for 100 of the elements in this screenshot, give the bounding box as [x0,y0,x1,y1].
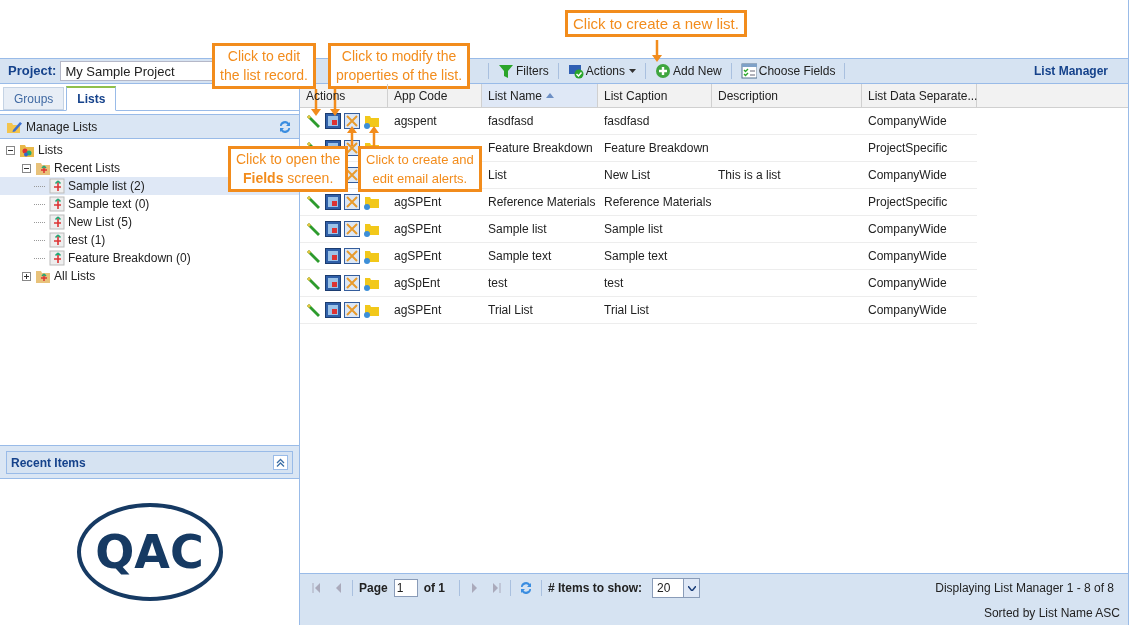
table-cell-text: test [488,275,508,292]
callout-tooltip: Click to modify the properties of the list. [328,43,471,89]
tree-item[interactable]: Sample text (0) [0,195,299,213]
table-cell-text: Sample text [604,248,668,265]
table-cell-text: agSPEnt [394,194,442,211]
properties-icon [325,302,341,318]
first-page-icon [311,583,321,593]
table-cell-text: Sample text [488,248,552,265]
last-page-icon [491,583,501,593]
tree-item[interactable]: Feature Breakdown (0) [0,249,299,267]
folder-icon [363,113,380,129]
tab[interactable]: Groups [3,87,65,110]
table-cell-text: agSpEnt [394,275,441,292]
logo: QAC [76,503,223,601]
tree-item[interactable]: All Lists [0,267,299,285]
table-cell-text: agSPEnt [394,302,442,319]
toolbar-button[interactable]: Actions [564,60,640,82]
list-icon [49,196,65,212]
collapse-icon[interactable] [6,145,15,155]
table-cell-text: CompanyWide [868,248,947,265]
folder-icon [363,275,380,291]
folder-icon [363,221,380,237]
toolbar-button[interactable]: Filters [495,60,552,82]
toolbar-button[interactable]: Choose Fields [737,60,839,82]
pencil-icon [306,194,322,210]
collapse-button[interactable] [273,455,288,470]
list-icon [49,178,65,194]
table-cell-text: New List [604,167,650,184]
tools-icon [344,302,360,318]
callout-arrow [368,126,380,146]
pencil-icon [306,221,322,237]
panel-title: List Manager [1034,63,1109,80]
table-cell-text: Sample list [488,221,547,238]
list-icon [49,232,65,248]
list-icon [49,214,65,230]
table-cell-text: Feature Breakdown [488,140,593,157]
monitor-check-icon [567,63,584,79]
caret-icon [687,585,696,591]
folder-icon [363,248,380,264]
folder-icon [19,142,35,158]
next-page-icon [469,583,479,593]
folder-icon [363,194,380,210]
items-label: # Items to show: [548,580,643,597]
folder-pencil-icon [6,119,22,134]
properties-icon [325,194,341,210]
properties-icon [325,221,341,237]
pencil-icon [306,113,322,129]
folder-icon [35,268,51,284]
table-cell-text: ProjectSpecific [868,194,948,211]
table-cell-text: CompanyWide [868,302,947,319]
column-header[interactable]: List Data Separate... [862,84,977,107]
tools-icon [344,221,360,237]
table-cell-text: agSPEnt [394,221,442,238]
properties-icon [325,275,341,291]
pencil-icon [306,302,322,318]
table-cell-text: CompanyWide [868,221,947,238]
toolbar-button[interactable]: Add New [652,60,725,82]
table-cell-text: Reference Materials [488,194,596,211]
callout-tooltip: Click to open the Fields screen. [228,146,349,192]
pencil-icon [306,275,322,291]
status-text: Displaying List Manager 1 - 8 of 8 [935,580,1114,597]
panel-title: Manage Lists [26,118,98,136]
funnel-icon [498,63,514,79]
tree-item[interactable]: New List (5) [0,213,299,231]
tree-item[interactable]: test (1) [0,231,299,249]
collapse-icon [276,458,285,467]
callout-tooltip: Click to edit the list record. [212,43,316,89]
callout-tooltip: Click to create and edit email alerts. [358,146,482,192]
tab[interactable]: Lists [66,86,117,111]
list-icon [49,250,65,266]
add-icon [655,63,672,79]
page-field[interactable]: 1 [393,579,418,597]
tools-icon [344,113,360,129]
table-cell-text: List [488,167,507,184]
items-dropdown[interactable]: 20 [652,578,701,598]
callout-arrow [651,40,663,62]
status-text: Sorted by List Name ASC [983,605,1120,622]
table-cell-text: CompanyWide [868,167,947,184]
table-cell-text: test [604,275,624,292]
pencil-icon [306,248,322,264]
page-label: Page [359,580,388,597]
expand-icon[interactable] [22,271,31,281]
column-header[interactable]: Description [712,84,862,107]
column-header[interactable]: List Name [482,84,598,107]
field-list-icon [740,63,757,79]
collapse-icon[interactable] [22,163,31,173]
page-count: of 1 [423,580,446,597]
panel-title: Recent Items [11,454,86,472]
table-cell-text: Reference Materials [604,194,712,211]
tools-icon [344,275,360,291]
table-cell-text: This is a list [718,167,781,184]
refresh-icon [277,118,293,135]
table-cell-text: agSPEnt [394,248,442,265]
column-header[interactable]: List Caption [598,84,712,107]
table-cell-text: Trial List [488,302,533,319]
callout-tooltip: Click to create a new list. [565,10,747,37]
table-cell-text: fasdfasd [488,113,534,130]
table-cell-text: Trial List [604,302,649,319]
folder-icon [35,160,51,176]
project-label: Project: [8,62,57,81]
